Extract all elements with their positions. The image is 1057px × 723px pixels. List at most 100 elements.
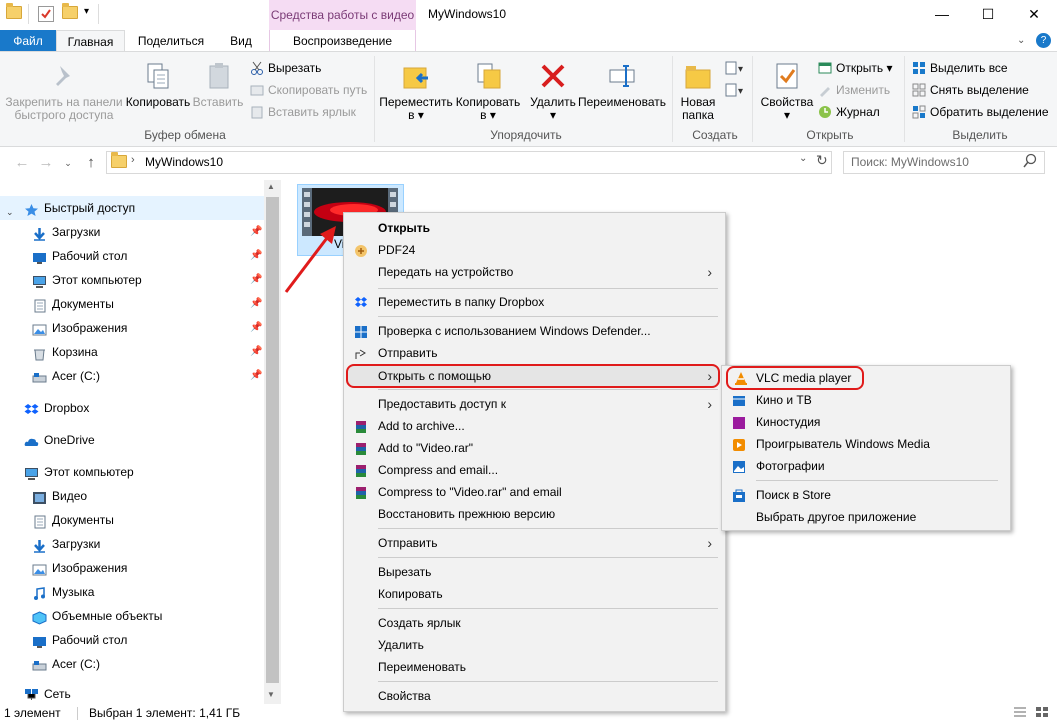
open-button[interactable]: Открыть ▾ xyxy=(818,58,892,78)
close-button[interactable]: ✕ xyxy=(1011,0,1057,30)
paste-shortcut-button[interactable]: Вставить ярлык xyxy=(250,102,356,122)
rename-button[interactable]: Переименовать xyxy=(578,60,666,109)
menu-item-cast-to-device[interactable]: Передать на устройство › xyxy=(344,261,724,283)
customize-quick-access-icon[interactable]: ▾ xyxy=(84,6,89,17)
submenu-item-photos[interactable]: Фотографии xyxy=(722,455,1010,477)
delete-button[interactable]: Удалить ▾ xyxy=(528,60,578,122)
search-icon[interactable] xyxy=(1022,153,1038,169)
submenu-item-windows-media-player[interactable]: Проигрыватель Windows Media xyxy=(722,433,1010,455)
pin-icon[interactable]: 📌 xyxy=(250,298,262,310)
nav-pc-item-desktop[interactable]: Рабочий стол xyxy=(0,628,264,652)
select-none-button[interactable]: Снять выделение xyxy=(912,80,1029,100)
submenu-item-movies-tv[interactable]: Кино и ТВ xyxy=(722,389,1010,411)
help-icon[interactable]: ? xyxy=(1036,33,1051,48)
nav-pc-item-videos[interactable]: Видео xyxy=(0,484,264,508)
nav-this-pc[interactable]: Этот компьютер xyxy=(0,460,264,484)
nav-network[interactable]: Сеть xyxy=(0,684,264,704)
minimize-button[interactable]: — xyxy=(919,0,965,30)
copy-to-button[interactable]: Копировать в ▾ xyxy=(454,60,522,122)
tab-file[interactable]: Файл xyxy=(0,30,56,52)
nav-item-drive-c[interactable]: Acer (C:) 📌 xyxy=(0,364,264,388)
edit-button[interactable]: Изменить xyxy=(818,80,890,100)
details-view-icon[interactable] xyxy=(1013,706,1027,718)
nav-item-pictures[interactable]: Изображения 📌 xyxy=(0,316,264,340)
menu-item-compress-to-rar-and-email[interactable]: Compress to "Video.rar" and email xyxy=(344,481,724,503)
tab-share[interactable]: Поделиться xyxy=(127,30,215,52)
select-all-button[interactable]: Выделить все xyxy=(912,58,1008,78)
menu-item-cut[interactable]: Вырезать xyxy=(344,561,724,583)
menu-item-properties[interactable]: Свойства xyxy=(344,685,724,707)
forward-arrow-icon[interactable]: → xyxy=(36,153,56,173)
menu-item-give-access[interactable]: Предоставить доступ к › xyxy=(344,393,724,415)
move-to-button[interactable]: Переместить в ▾ xyxy=(378,60,454,122)
breadcrumb-item[interactable]: MyWindows10 xyxy=(145,155,223,169)
nav-pc-item-drive-c[interactable]: Acer (C:) xyxy=(0,652,264,676)
maximize-button[interactable]: ☐ xyxy=(965,0,1011,30)
menu-item-delete[interactable]: Удалить xyxy=(344,634,724,656)
scroll-down-arrow-icon[interactable]: ▼ xyxy=(267,690,275,699)
menu-item-move-to-dropbox[interactable]: Переместить в папку Dropbox xyxy=(344,291,724,313)
collapse-ribbon-icon[interactable]: ⌄ xyxy=(1017,35,1025,46)
nav-item-this-pc[interactable]: Этот компьютер 📌 xyxy=(0,268,264,292)
cut-button[interactable]: Вырезать xyxy=(250,58,321,78)
nav-pc-item-pictures[interactable]: Изображения xyxy=(0,556,264,580)
nav-item-recycle-bin[interactable]: Корзина 📌 xyxy=(0,340,264,364)
nav-pc-item-downloads[interactable]: Загрузки xyxy=(0,532,264,556)
nav-item-documents[interactable]: Документы 📌 xyxy=(0,292,264,316)
nav-dropbox[interactable]: Dropbox xyxy=(0,396,264,420)
nav-pc-item-documents[interactable]: Документы xyxy=(0,508,264,532)
menu-item-pdf24[interactable]: PDF24 xyxy=(344,239,724,261)
nav-pc-item-music[interactable]: Музыка xyxy=(0,580,264,604)
pin-icon[interactable]: 📌 xyxy=(250,226,262,238)
menu-item-create-shortcut[interactable]: Создать ярлык xyxy=(344,612,724,634)
new-folder-quick-icon[interactable] xyxy=(62,3,78,22)
submenu-item-choose-another-app[interactable]: Выбрать другое приложение xyxy=(722,506,1010,528)
pin-icon[interactable]: 📌 xyxy=(250,370,262,382)
invert-selection-button[interactable]: Обратить выделение xyxy=(912,102,1049,122)
menu-item-compress-and-email[interactable]: Compress and email... xyxy=(344,459,724,481)
nav-onedrive[interactable]: OneDrive xyxy=(0,428,264,452)
tab-view[interactable]: Вид xyxy=(216,30,266,52)
menu-item-defender-scan[interactable]: Проверка с использованием Windows Defend… xyxy=(344,320,724,342)
menu-item-share[interactable]: Отправить xyxy=(344,342,724,364)
properties-quick-icon[interactable] xyxy=(38,6,54,22)
menu-item-open-with[interactable]: Открыть с помощью › xyxy=(346,364,720,388)
copy-button[interactable]: Копировать xyxy=(125,60,191,109)
scroll-up-arrow-icon[interactable]: ▲ xyxy=(267,182,275,191)
pin-quick-access-button[interactable]: Закрепить на панели быстрого доступа xyxy=(4,60,124,122)
submenu-item-search-store[interactable]: Поиск в Store xyxy=(722,484,1010,506)
submenu-item-movie-maker[interactable]: Киностудия xyxy=(722,411,1010,433)
tab-home[interactable]: Главная xyxy=(56,30,125,52)
back-arrow-icon[interactable]: ← xyxy=(12,153,32,173)
pin-icon[interactable]: 📌 xyxy=(250,322,262,334)
nav-pc-item-3d-objects[interactable]: Объемные объекты xyxy=(0,604,264,628)
nav-item-desktop[interactable]: Рабочий стол 📌 xyxy=(0,244,264,268)
up-arrow-icon[interactable]: ↑ xyxy=(81,153,101,173)
recent-locations-icon[interactable]: ⌄ xyxy=(58,153,78,173)
menu-item-restore-previous-versions[interactable]: Восстановить прежнюю версию xyxy=(344,503,724,525)
copy-path-button[interactable]: Скопировать путь xyxy=(250,80,367,100)
tab-playback[interactable]: Воспроизведение xyxy=(269,30,416,52)
refresh-icon[interactable]: ↻ xyxy=(816,152,828,169)
history-button[interactable]: Журнал xyxy=(818,102,880,122)
submenu-item-vlc[interactable]: VLC media player xyxy=(726,366,864,390)
pin-icon[interactable]: 📌 xyxy=(250,346,262,358)
breadcrumb-chevron-icon[interactable]: › xyxy=(131,154,135,166)
nav-quick-access[interactable]: ⌄ Быстрый доступ xyxy=(0,196,264,220)
menu-item-add-to-archive[interactable]: Add to archive... xyxy=(344,415,724,437)
large-icons-view-icon[interactable] xyxy=(1035,706,1049,718)
new-folder-button[interactable]: Новая папка xyxy=(676,60,720,122)
address-dropdown-icon[interactable]: ⌄ xyxy=(799,153,807,164)
properties-button[interactable]: Свойства ▾ xyxy=(756,60,818,122)
nav-scrollbar-thumb[interactable] xyxy=(266,197,279,683)
paste-button[interactable]: Вставить xyxy=(192,60,244,109)
menu-item-open[interactable]: Открыть xyxy=(344,217,724,239)
menu-item-rename[interactable]: Переименовать xyxy=(344,656,724,678)
pin-icon[interactable]: 📌 xyxy=(250,274,262,286)
menu-item-add-to-video-rar[interactable]: Add to "Video.rar" xyxy=(344,437,724,459)
easy-access-icon[interactable]: ▾ xyxy=(724,82,746,100)
collapse-chevron-icon[interactable]: ⌄ xyxy=(6,200,21,217)
nav-item-downloads[interactable]: Загрузки 📌 xyxy=(0,220,264,244)
new-item-icon[interactable]: ▾ xyxy=(724,60,746,78)
menu-item-send-to[interactable]: Отправить › xyxy=(344,532,724,554)
